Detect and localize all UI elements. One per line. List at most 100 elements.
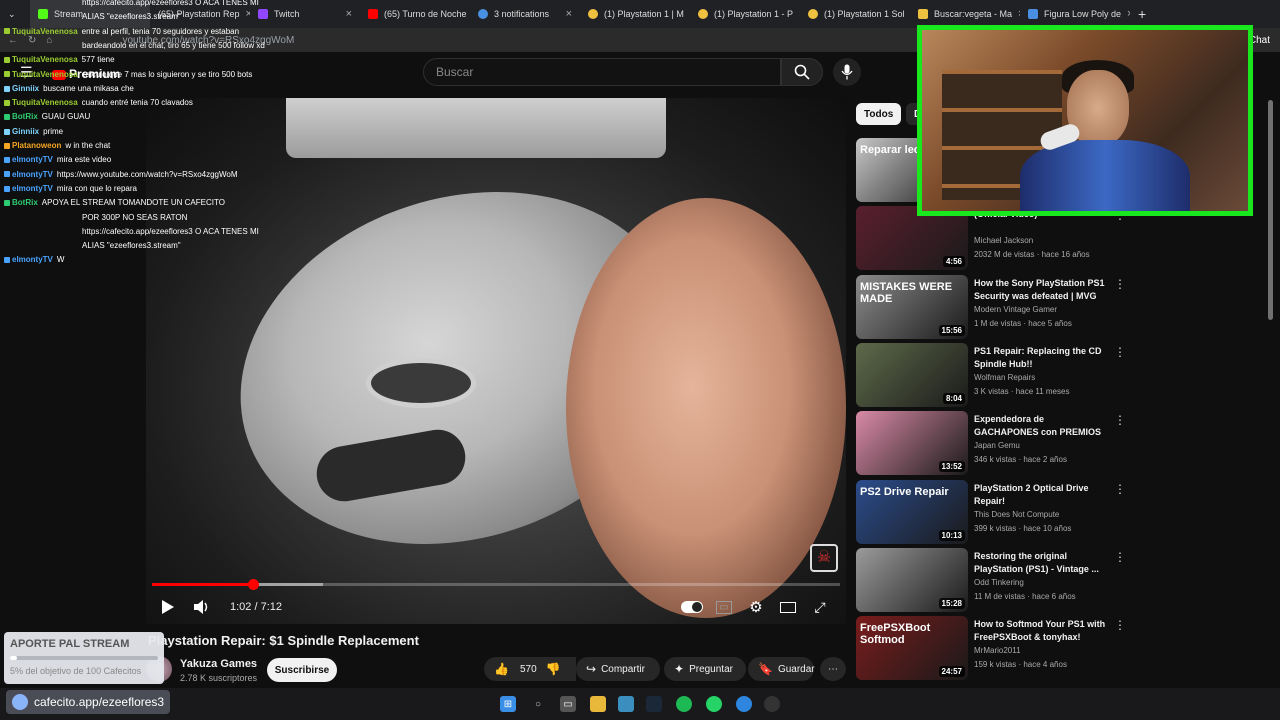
more-options-icon[interactable]: ⋮	[1114, 345, 1126, 359]
more-options-icon[interactable]: ⋮	[1114, 413, 1126, 427]
chat-username[interactable]: TuquitaVenenosa	[12, 70, 78, 79]
obs-icon[interactable]	[764, 696, 780, 712]
channel-watermark[interactable]: ☠	[810, 544, 838, 572]
tab-figura-low-poly[interactable]: Figura Low Poly de×	[1020, 0, 1130, 28]
recommended-channel[interactable]: MrMario2011	[974, 646, 1021, 655]
more-options-icon[interactable]: ⋮	[1114, 550, 1126, 564]
chat-username[interactable]: Platanoweon	[12, 141, 61, 150]
autoplay-toggle[interactable]	[680, 590, 704, 624]
more-options-icon[interactable]: ⋮	[1114, 482, 1126, 496]
chat-username[interactable]: elmontyTV	[12, 155, 53, 164]
close-icon[interactable]: ×	[566, 8, 572, 20]
steam-icon[interactable]	[646, 696, 662, 712]
search-button[interactable]	[781, 58, 823, 86]
duration-badge: 4:56	[942, 256, 965, 267]
chat-username[interactable]: elmontyTV	[12, 170, 53, 179]
recommended-video[interactable]: FreePSXBoot Softmod 24:57 How to Softmod Y…	[856, 616, 1126, 680]
close-icon[interactable]: ×	[346, 8, 352, 20]
voice-search-button[interactable]	[833, 58, 861, 86]
more-actions-button[interactable]: ⋯	[820, 657, 846, 681]
video-thumbnail[interactable]: MISTAKES WERE MADE 15:56	[856, 275, 968, 339]
new-tab-button[interactable]: +	[1130, 0, 1160, 28]
chat-username[interactable]: TuquitaVenenosa	[12, 27, 78, 36]
recommended-video[interactable]: 8:04 PS1 Repair: Replacing the CD Spindle…	[856, 343, 1126, 407]
chat-text: calculo que 7 mas lo siguieron y se tiro…	[81, 69, 253, 79]
recommended-title[interactable]: How to Softmod Your PS1 with FreePSXBoot…	[974, 618, 1110, 644]
more-options-icon[interactable]: ⋮	[1114, 277, 1126, 291]
chat-username[interactable]: BotRix	[12, 112, 38, 121]
recommended-title[interactable]: PlayStation 2 Optical Drive Repair!	[974, 482, 1110, 508]
ask-button[interactable]: ✦ Preguntar	[664, 657, 746, 681]
recommended-title[interactable]: PS1 Repair: Replacing the CD Spindle Hub…	[974, 345, 1110, 371]
fullscreen-button[interactable]: ⤢	[810, 590, 830, 624]
cafecito-link[interactable]: cafecito.app/ezeeflores3	[6, 690, 170, 714]
thumbs-up-icon: 👍	[494, 662, 509, 676]
recommended-video[interactable]: MISTAKES WERE MADE 15:56 How the Sony Play…	[856, 275, 1126, 339]
chat-username[interactable]: Ginniix	[12, 127, 39, 136]
video-progress-bar[interactable]	[152, 579, 840, 590]
play-button[interactable]	[158, 590, 178, 624]
chat-username[interactable]: TuquitaVenenosa	[12, 55, 78, 64]
recommended-title[interactable]: How the Sony PlayStation PS1 Security wa…	[974, 277, 1110, 303]
chat-username[interactable]: elmontyTV	[12, 184, 53, 193]
chat-message: https://cafecito.app/ezeeflores3 O ACA T…	[82, 225, 259, 239]
video-thumbnail[interactable]: 15:28	[856, 548, 968, 612]
chat-text: 577 tiene	[81, 55, 115, 65]
search-icon[interactable]: ○	[530, 696, 546, 712]
chat-message: https://cafecito.app/ezeeflores3 O ACA T…	[82, 0, 259, 10]
donation-title: APORTE PAL STREAM	[10, 638, 130, 650]
recommended-video[interactable]: 13:52 Expendedora de GACHAPONES con PREMI…	[856, 411, 1126, 475]
recommended-title[interactable]: Expendedora de GACHAPONES con PREMIOS de…	[974, 413, 1110, 439]
chip-todos[interactable]: Todos	[856, 103, 902, 125]
chat-message: elmontyTV mira con que lo repara	[4, 182, 137, 196]
chat-text: w in the chat	[65, 141, 111, 150]
subscribe-button[interactable]: Suscribirse	[267, 658, 337, 682]
recommended-channel[interactable]: This Does Not Compute	[974, 510, 1059, 519]
channel-name[interactable]: Yakuza Games	[180, 658, 257, 670]
tab-playstation-1-p[interactable]: (1) Playstation 1 - P×	[690, 0, 800, 28]
settings-button[interactable]: ⚙	[746, 590, 766, 624]
recommended-channel[interactable]: Japan Gemu	[974, 441, 1020, 450]
recommended-channel[interactable]: Wolfman Repairs	[974, 373, 1035, 382]
search-input[interactable]: Buscar	[423, 58, 781, 86]
windows-start-icon[interactable]: ⊞	[500, 696, 516, 712]
tab-playstation-1-sol[interactable]: (1) Playstation 1 Sol×	[800, 0, 910, 28]
save-button[interactable]: 🔖 Guardar	[748, 657, 815, 681]
volume-button[interactable]	[192, 590, 212, 624]
spotify-icon[interactable]	[676, 696, 692, 712]
video-thumbnail[interactable]: FreePSXBoot Softmod 24:57	[856, 616, 968, 680]
browser-icon[interactable]	[618, 696, 634, 712]
recommended-channel[interactable]: Odd Tinkering	[974, 578, 1024, 587]
video-hand	[566, 198, 846, 618]
recommended-channel[interactable]: Modern Vintage Gamer	[974, 305, 1057, 314]
chat-username[interactable]: Ginniix	[12, 84, 39, 93]
video-thumbnail[interactable]: PS2 Drive Repair 10:13	[856, 480, 968, 544]
video-thumbnail[interactable]: 13:52	[856, 411, 968, 475]
subtitles-button[interactable]: ▭	[714, 590, 734, 624]
miniplayer-button[interactable]	[778, 590, 798, 624]
app-icon[interactable]	[736, 696, 752, 712]
chat-username[interactable]: TuquitaVenenosa	[12, 98, 78, 107]
chat-username[interactable]: elmontyTV	[12, 255, 53, 264]
video-thumbnail[interactable]: 8:04	[856, 343, 968, 407]
tab-playstation-1-m[interactable]: (1) Playstation 1 | M×	[580, 0, 690, 28]
task-view-icon[interactable]: ▭	[560, 696, 576, 712]
tab-buscar-vegeta[interactable]: Buscar:vegeta - Ma×	[910, 0, 1020, 28]
more-options-icon[interactable]: ⋮	[1114, 618, 1126, 632]
chat-username[interactable]: BotRix	[12, 198, 38, 207]
recommended-channel[interactable]: Michael Jackson	[974, 236, 1033, 245]
bookmark-icon: 🔖	[758, 662, 773, 676]
whatsapp-icon[interactable]	[706, 696, 722, 712]
scrollbar[interactable]	[1268, 100, 1273, 320]
recommended-video[interactable]: 15:28 Restoring the original PlayStation …	[856, 548, 1126, 612]
share-button[interactable]: ↪ Compartir	[576, 657, 660, 681]
dislike-button[interactable]: 👎	[537, 657, 569, 681]
recommended-video[interactable]: PS2 Drive Repair 10:13 PlayStation 2 Optic…	[856, 480, 1126, 544]
file-explorer-icon[interactable]	[590, 696, 606, 712]
mercadolibre-icon	[918, 9, 928, 19]
tab-notifications[interactable]: 3 notifications ×	[470, 0, 580, 28]
chat-message: bardeandolo en el chat, tiro 65 y tiene …	[82, 39, 265, 53]
tab-turno-de-noche[interactable]: (65) Turno de Noche×	[360, 0, 470, 28]
recommended-title[interactable]: Restoring the original PlayStation (PS1)…	[974, 550, 1110, 576]
donation-progress-fill	[10, 656, 18, 660]
